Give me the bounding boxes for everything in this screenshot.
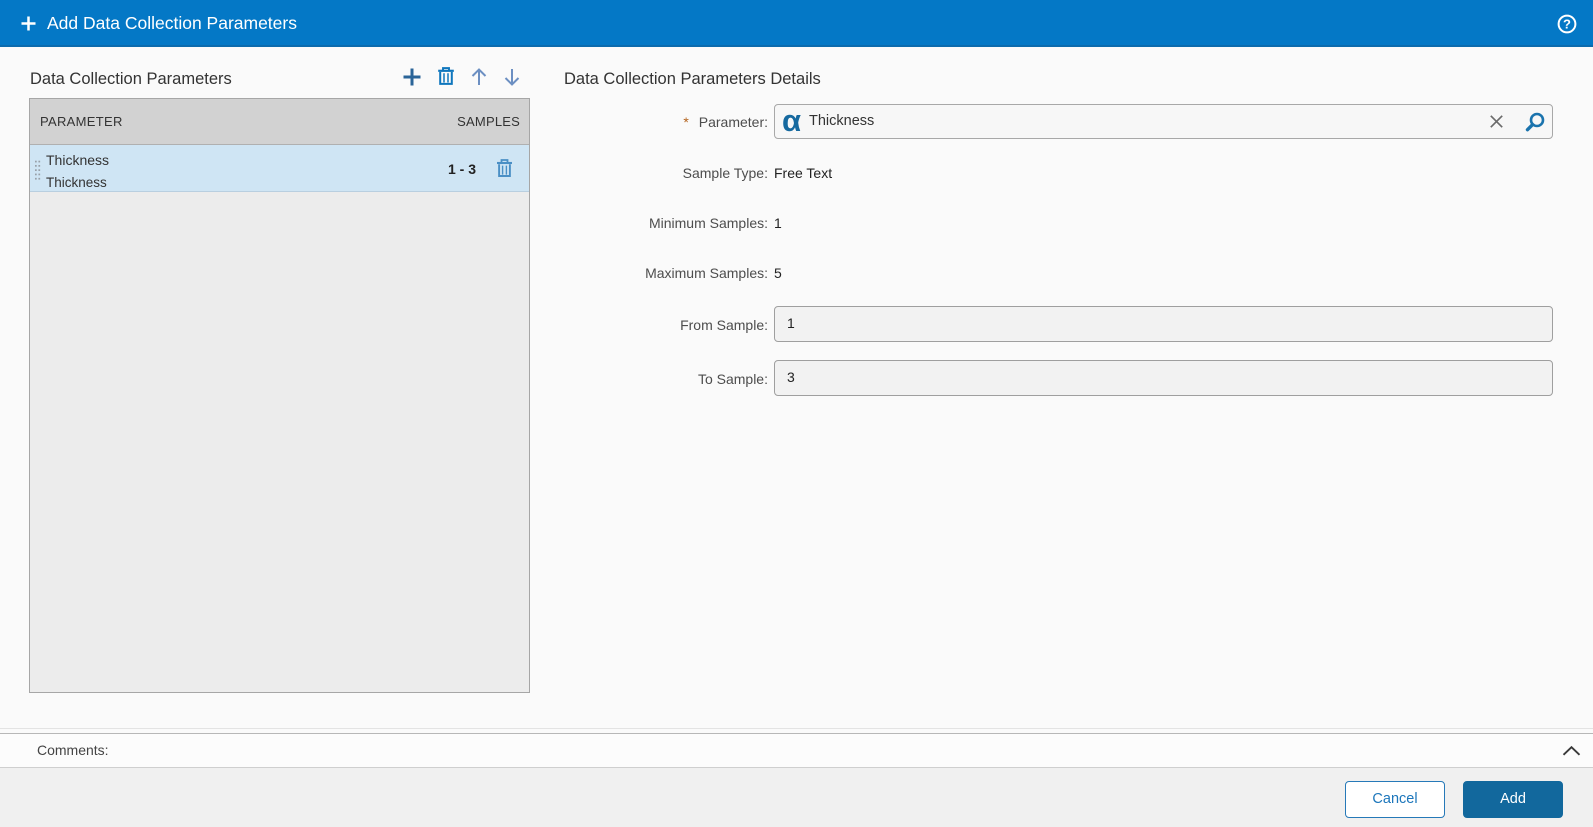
svg-text:?: ? <box>1563 17 1571 32</box>
